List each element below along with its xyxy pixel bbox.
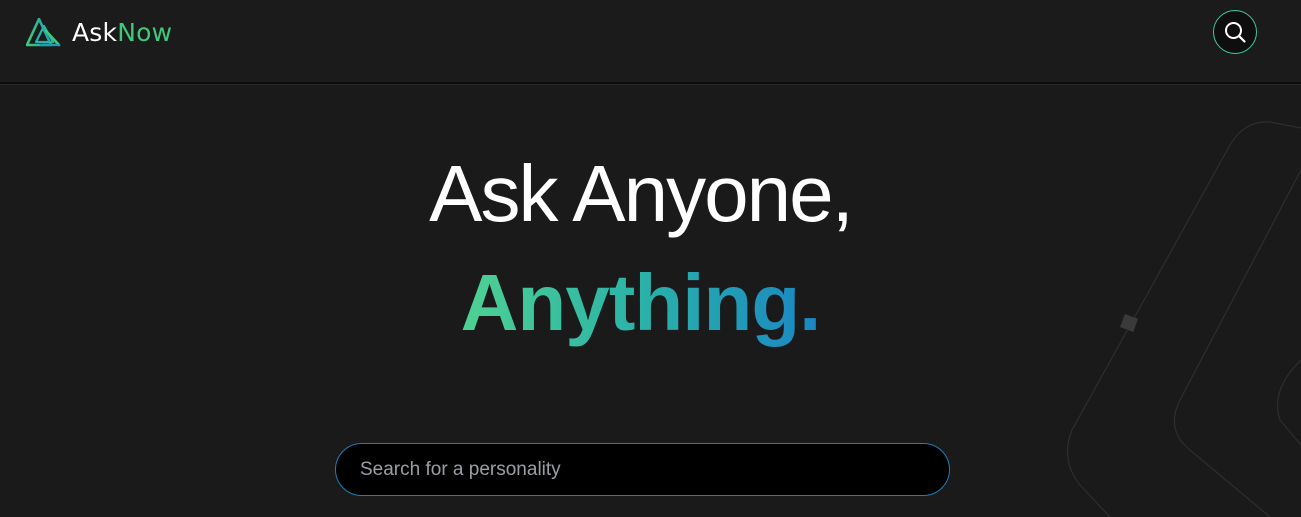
top-navbar: AskNow	[0, 0, 1301, 84]
hero-title-line1: Ask Anyone,	[429, 149, 854, 238]
hero-title-line2: Anything.	[0, 255, 1281, 351]
brand-home-link[interactable]: AskNow	[26, 17, 172, 49]
brand-name-ask: Ask	[72, 18, 118, 47]
brand-name-now: Now	[117, 18, 173, 47]
page: AskNow Ask Anyone, Anything.	[0, 0, 1301, 517]
brand-name: AskNow	[72, 18, 172, 48]
search-icon	[1225, 22, 1246, 43]
asknow-logo-icon	[26, 18, 61, 47]
hero-gradient-text: Anything.	[460, 258, 822, 347]
personality-search-input[interactable]	[360, 444, 920, 495]
personality-search-bar	[335, 443, 950, 496]
search-toggle-button[interactable]	[1213, 10, 1257, 54]
